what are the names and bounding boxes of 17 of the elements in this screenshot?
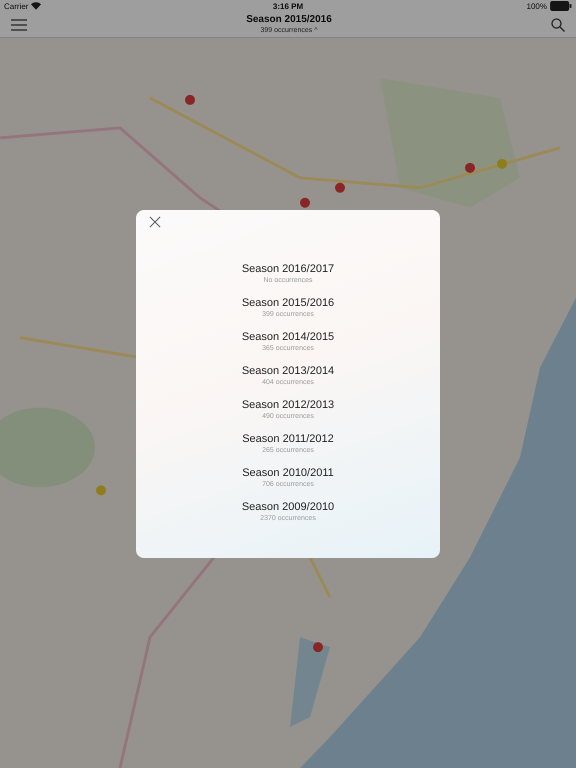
clock-time: 3:16 PM	[272, 2, 304, 10]
season-option[interactable]: Season 2009/2010	[242, 500, 334, 514]
season-option[interactable]: Season 2016/2017	[242, 262, 334, 276]
search-icon[interactable]	[551, 18, 565, 32]
battery-icon	[550, 1, 572, 11]
season-option[interactable]: Season 2012/2013	[242, 398, 334, 412]
season-option[interactable]: Season 2015/2016	[242, 296, 334, 310]
season-option[interactable]: Season 2013/2014	[242, 364, 334, 378]
season-option[interactable]: Season 2011/2012	[242, 432, 334, 446]
navigation-title[interactable]: Season 2015/2016	[246, 14, 332, 26]
battery-percent: 100%	[526, 2, 547, 10]
carrier-label: Carrier	[4, 2, 28, 10]
menu-icon[interactable]	[11, 18, 27, 30]
season-option[interactable]: Season 2014/2015	[242, 330, 334, 344]
close-icon[interactable]	[149, 216, 161, 228]
wifi-icon	[31, 2, 42, 10]
season-option[interactable]: Season 2010/2011	[242, 466, 334, 480]
